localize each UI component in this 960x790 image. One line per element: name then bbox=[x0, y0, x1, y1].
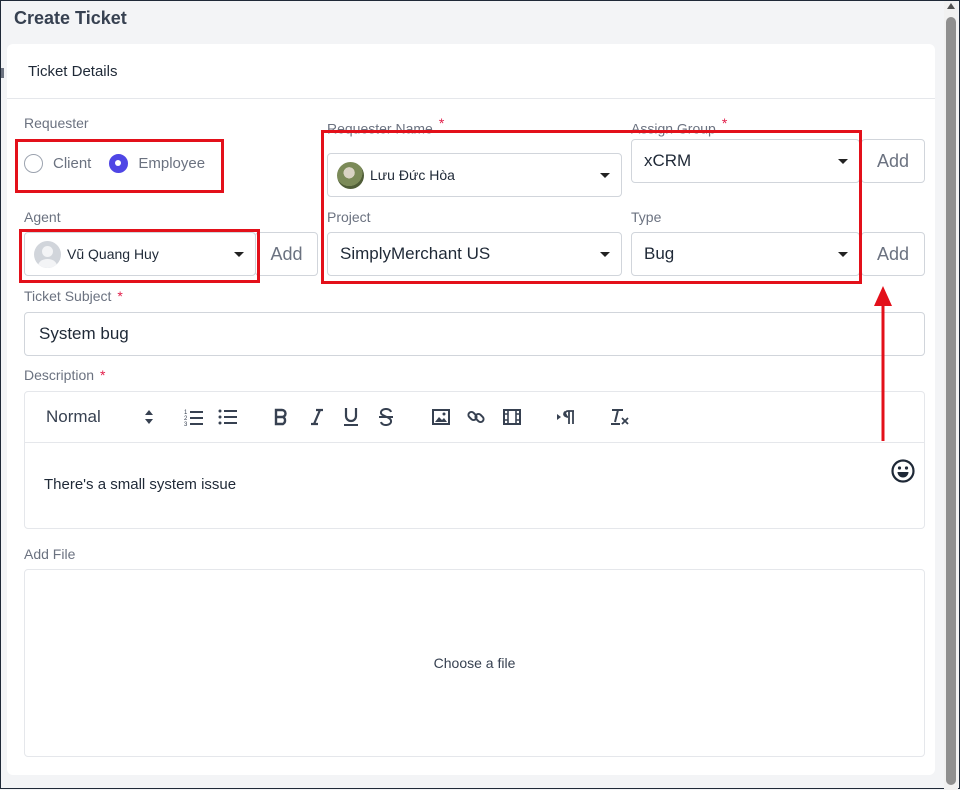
employee-radio-label[interactable]: Employee bbox=[138, 155, 205, 172]
format-select-value: Normal bbox=[46, 407, 101, 426]
description-label-text: Description bbox=[24, 367, 95, 383]
editor-toolbar: Normal 123 bbox=[25, 392, 924, 443]
description-editor: Normal 123 There's a small system issue bbox=[24, 391, 925, 529]
agent-label: Agent bbox=[24, 209, 61, 225]
client-radio[interactable] bbox=[24, 153, 43, 173]
modal-frame: Create Ticket Ticket Details Requester C… bbox=[0, 0, 960, 790]
up-down-icon bbox=[145, 410, 153, 424]
link-icon[interactable] bbox=[465, 406, 487, 428]
chevron-down-icon bbox=[838, 251, 848, 257]
underline-icon[interactable] bbox=[341, 406, 361, 428]
bold-icon[interactable] bbox=[271, 406, 291, 428]
client-radio-label[interactable]: Client bbox=[53, 155, 91, 172]
scrollbar-thumb[interactable] bbox=[946, 17, 956, 785]
requester-label: Requester bbox=[24, 115, 89, 131]
assign-group-value: xCRM bbox=[644, 151, 692, 170]
video-icon[interactable] bbox=[501, 406, 523, 428]
chevron-down-icon bbox=[838, 158, 848, 164]
subject-label: Ticket Subject * bbox=[24, 288, 123, 304]
italic-icon[interactable] bbox=[307, 406, 327, 428]
requester-name-value: Lưu Đức Hòa bbox=[370, 167, 455, 183]
ordered-list-icon[interactable]: 123 bbox=[183, 406, 205, 428]
requester-name-select[interactable]: Lưu Đức Hòa bbox=[327, 153, 622, 197]
annotation-arrow-icon bbox=[874, 286, 892, 441]
agent-value: Vũ Quang Huy bbox=[67, 246, 159, 262]
card-title: Ticket Details bbox=[28, 63, 118, 80]
assign-group-label-text: Assign Group bbox=[631, 120, 716, 137]
required-mark: * bbox=[438, 115, 445, 131]
project-select[interactable]: SimplyMerchant US bbox=[327, 232, 622, 276]
project-label: Project bbox=[327, 209, 371, 225]
employee-radio[interactable] bbox=[109, 153, 129, 173]
bullet-list-icon[interactable] bbox=[217, 406, 239, 428]
chevron-down-icon bbox=[600, 251, 610, 257]
requester-radio-group: Client Employee bbox=[24, 151, 205, 175]
clear-format-icon[interactable] bbox=[609, 406, 631, 428]
file-dropzone[interactable]: Choose a file bbox=[24, 569, 925, 757]
chevron-down-icon bbox=[234, 251, 244, 257]
type-label: Type bbox=[631, 209, 662, 225]
emoji-icon[interactable] bbox=[891, 459, 915, 483]
required-mark: * bbox=[117, 288, 123, 304]
subject-input[interactable]: System bug bbox=[24, 312, 925, 356]
assign-group-label: Assign Group * bbox=[631, 115, 727, 137]
svg-text:3: 3 bbox=[184, 422, 188, 426]
format-select[interactable]: Normal bbox=[46, 406, 154, 428]
chevron-down-icon bbox=[600, 172, 610, 178]
add-assign-group-button[interactable]: Add bbox=[861, 139, 925, 183]
add-agent-button[interactable]: Add bbox=[255, 232, 318, 276]
scrollbar[interactable] bbox=[944, 1, 958, 790]
requester-name-label: Requester Name * bbox=[327, 115, 444, 137]
type-select[interactable]: Bug bbox=[631, 232, 860, 276]
edge-marker bbox=[1, 68, 4, 78]
text-direction-icon[interactable] bbox=[555, 406, 577, 428]
requester-avatar bbox=[337, 161, 364, 189]
description-label: Description * bbox=[24, 367, 105, 383]
required-mark: * bbox=[721, 115, 728, 131]
requester-name-label-text: Requester Name bbox=[327, 120, 433, 137]
page-title: Create Ticket bbox=[14, 8, 127, 28]
project-value: SimplyMerchant US bbox=[340, 244, 491, 263]
description-text[interactable]: There's a small system issue bbox=[44, 476, 236, 493]
scroll-up-arrow-icon[interactable] bbox=[947, 3, 955, 9]
image-icon[interactable] bbox=[430, 406, 452, 428]
type-value: Bug bbox=[644, 244, 675, 263]
agent-select[interactable]: Vũ Quang Huy bbox=[24, 232, 256, 276]
subject-label-text: Ticket Subject bbox=[24, 288, 112, 304]
choose-file-text[interactable]: Choose a file bbox=[434, 655, 516, 671]
strike-icon[interactable] bbox=[376, 406, 396, 428]
add-file-label: Add File bbox=[24, 546, 76, 562]
assign-group-select[interactable]: xCRM bbox=[631, 139, 860, 183]
add-type-button[interactable]: Add bbox=[861, 232, 925, 276]
required-mark: * bbox=[100, 367, 106, 383]
agent-avatar bbox=[34, 240, 61, 268]
card-header: Ticket Details bbox=[7, 44, 935, 99]
